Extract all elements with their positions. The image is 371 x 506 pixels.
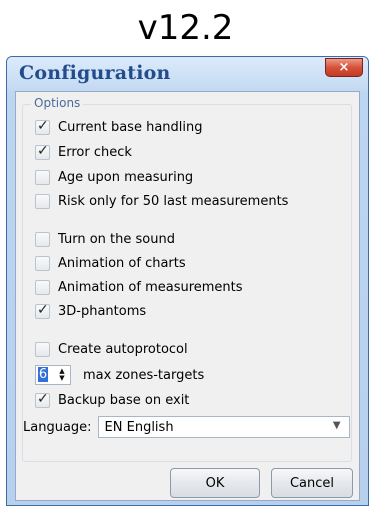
zones-value[interactable]: 6 [38,367,48,382]
close-button[interactable]: × [325,58,363,77]
spin-down-icon[interactable]: ▼ [59,375,64,382]
language-select[interactable]: EN English ▼ [97,416,350,438]
checkbox[interactable]: ✓ [35,142,50,160]
spin-arrows[interactable]: ▲ ▼ [55,367,69,383]
option-3d-phantoms[interactable]: ✓ 3D-phantoms [35,301,146,321]
zones-spinbox[interactable]: 6 ▲ ▼ [35,365,71,385]
dialog-body: Options ✓ Current base handling ✓ Error … [15,91,360,501]
checkbox[interactable]: ✓ [35,117,50,135]
option-risk-only-50-last[interactable]: Risk only for 50 last measurements [35,191,288,211]
checkbox[interactable] [35,279,50,295]
option-age-upon-measuring[interactable]: Age upon measuring [35,167,193,187]
check-icon: ✓ [37,301,49,318]
zones-label: max zones-targets [83,367,205,383]
option-create-autoprotocol[interactable]: Create autoprotocol [35,339,188,359]
option-turn-on-sound[interactable]: Turn on the sound [35,229,175,249]
check-icon: ✓ [37,117,49,134]
dialog-titlebar[interactable]: Configuration × [7,57,368,91]
option-label: Backup base on exit [58,392,190,408]
option-current-base-handling[interactable]: ✓ Current base handling [35,117,203,137]
option-label: Turn on the sound [58,231,175,247]
option-backup-base-on-exit[interactable]: ✓ Backup base on exit [35,390,189,410]
checkbox[interactable]: ✓ [35,390,50,408]
language-label: Language: [23,419,92,435]
configuration-dialog: Configuration × Options ✓ Current base h… [6,56,369,506]
language-selected: EN English [104,420,174,435]
checkbox[interactable]: ✓ [35,301,50,319]
option-label: 3D-phantoms [58,303,147,319]
checkbox[interactable] [35,193,50,209]
chevron-down-icon[interactable]: ▼ [333,420,341,431]
version-label: v12.2 [137,8,234,48]
zones-targets-row: 6 ▲ ▼ max zones-targets [35,364,204,386]
dialog-title: Configuration [19,62,171,84]
option-label: Age upon measuring [58,169,194,185]
cancel-button[interactable]: Cancel [271,468,353,498]
ok-button[interactable]: OK [170,468,260,498]
checkbox[interactable] [35,255,50,271]
option-animation-of-charts[interactable]: Animation of charts [35,253,186,273]
options-group-label: Options [31,96,84,110]
option-label: Current base handling [58,119,203,135]
checkbox[interactable] [35,231,50,247]
option-error-check[interactable]: ✓ Error check [35,142,132,162]
checkbox[interactable] [35,169,50,185]
close-icon: × [338,60,350,75]
option-label: Animation of measurements [58,279,243,295]
language-row: Language: EN English ▼ [23,415,350,439]
option-label: Create autoprotocol [58,341,188,357]
option-label: Error check [58,144,132,160]
check-icon: ✓ [37,390,49,407]
checkbox[interactable] [35,341,50,357]
option-label: Animation of charts [58,255,186,271]
check-icon: ✓ [37,142,49,159]
options-group: Options ✓ Current base handling ✓ Error … [22,96,352,462]
option-animation-of-measurements[interactable]: Animation of measurements [35,277,243,297]
option-label: Risk only for 50 last measurements [58,193,289,209]
